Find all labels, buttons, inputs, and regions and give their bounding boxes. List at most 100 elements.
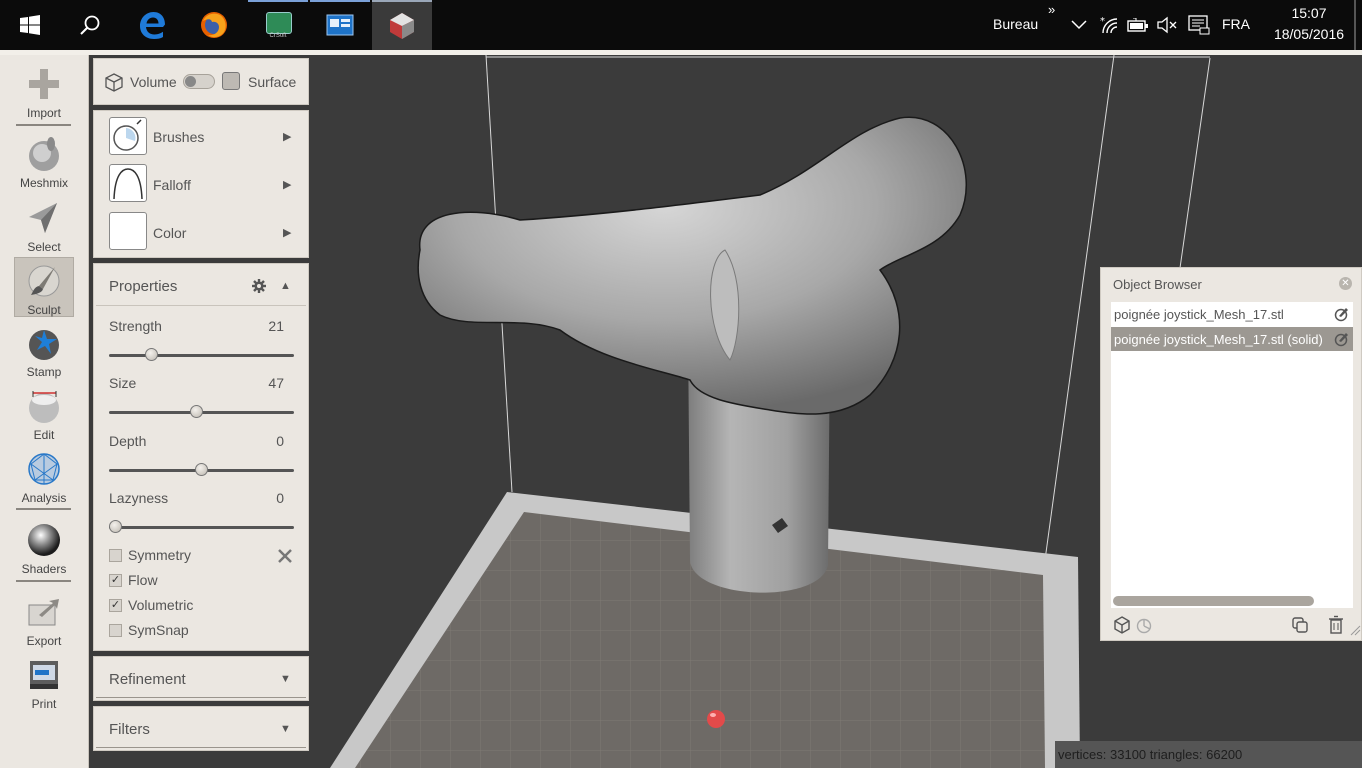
- firefox-icon: [201, 12, 227, 38]
- horizontal-scrollbar[interactable]: [1113, 596, 1314, 606]
- slider-value: 47: [268, 375, 284, 391]
- symmetry-checkbox[interactable]: [109, 549, 122, 562]
- volumetric-checkbox[interactable]: ✓: [109, 599, 122, 612]
- object-list-item-selected[interactable]: poignée joystick_Mesh_17.stl (solid): [1111, 327, 1353, 351]
- slider-value: 0: [276, 433, 284, 449]
- pivot-marker[interactable]: [707, 710, 725, 728]
- toolbar-divider: [16, 124, 71, 126]
- tool-edit[interactable]: Edit: [14, 383, 74, 443]
- taskbar-app-meshmixer[interactable]: [372, 0, 432, 50]
- tool-import[interactable]: Import: [14, 61, 74, 121]
- tool-export[interactable]: Export: [14, 589, 74, 649]
- collapse-up-icon[interactable]: ▲: [280, 280, 291, 292]
- tool-analysis[interactable]: Analysis: [14, 446, 74, 506]
- printer-icon: [30, 661, 58, 689]
- flow-label: Flow: [128, 572, 158, 588]
- falloff-label: Falloff: [153, 177, 191, 193]
- toggle-knob: [185, 76, 196, 87]
- slider-knob[interactable]: [195, 463, 208, 476]
- clock-time[interactable]: 15:07: [1270, 5, 1348, 21]
- mode-volume-label[interactable]: Volume: [130, 74, 177, 90]
- keyboard-icon: [1188, 15, 1210, 35]
- tool-select[interactable]: Select: [14, 195, 74, 255]
- expand-down-icon: ▼: [280, 673, 291, 685]
- color-swatch: [109, 212, 147, 250]
- language-indicator[interactable]: FRA: [1222, 16, 1250, 32]
- toolbar-divider: [16, 508, 71, 510]
- meshmix-bunny-icon: [29, 137, 59, 171]
- brush-settings-panel: Brushes ▶ Falloff ▶ Color ▶: [93, 110, 309, 258]
- toolbar-overflow-icon[interactable]: »: [1048, 2, 1055, 17]
- tool-print[interactable]: Print: [14, 652, 74, 712]
- gear-icon[interactable]: [251, 278, 267, 294]
- mesh-stats-text: vertices: 33100 triangles: 66200: [1058, 747, 1243, 762]
- color-label: Color: [153, 225, 187, 241]
- tray-action-center[interactable]: [1188, 14, 1210, 36]
- refinement-section[interactable]: Refinement ▼: [93, 656, 309, 701]
- filters-section[interactable]: Filters ▼: [93, 706, 309, 751]
- slider-knob[interactable]: [189, 405, 203, 418]
- chevron-right-icon: ▶: [283, 131, 292, 143]
- edge-icon: [140, 12, 165, 39]
- tools-icon[interactable]: [276, 547, 294, 565]
- chevron-right-icon: ▶: [283, 227, 292, 239]
- desktop-toolbar-label[interactable]: Bureau: [993, 16, 1038, 32]
- trash-icon[interactable]: [1327, 615, 1345, 634]
- visibility-toggle-icon[interactable]: [1333, 306, 1349, 322]
- tool-sculpt[interactable]: Sculpt: [14, 257, 74, 317]
- close-icon[interactable]: ✕: [1339, 277, 1352, 290]
- tray-battery[interactable]: [1127, 14, 1149, 36]
- tray-wifi[interactable]: *: [1098, 14, 1120, 36]
- tray-volume[interactable]: [1156, 14, 1178, 36]
- tool-shaders[interactable]: Shaders: [14, 517, 74, 577]
- properties-title: Properties: [109, 278, 178, 295]
- brushes-menu[interactable]: Brushes ▶: [94, 111, 308, 159]
- taskbar-app-crsoft[interactable]: CrSoft: [248, 0, 308, 50]
- add-object-cube-icon[interactable]: [1113, 616, 1131, 634]
- section-underline: [96, 747, 306, 748]
- section-underline: [96, 697, 306, 698]
- crsoft-icon: [266, 12, 292, 34]
- edit-sphere-icon: [29, 391, 59, 423]
- slider-track[interactable]: [109, 354, 294, 357]
- taskbar-app-firefox[interactable]: [184, 0, 244, 50]
- pivot-highlight: [710, 713, 716, 717]
- taskbar-app-edge[interactable]: [122, 0, 182, 50]
- show-desktop-button[interactable]: [1354, 0, 1356, 50]
- flow-checkbox[interactable]: ✓: [109, 574, 122, 587]
- symsnap-label: SymSnap: [128, 622, 189, 638]
- windows-logo-icon: [20, 15, 40, 35]
- color-menu[interactable]: Color ▶: [94, 207, 308, 257]
- mode-surface-label[interactable]: Surface: [248, 74, 296, 90]
- mesh-handle-head: [417, 116, 967, 415]
- slider-track[interactable]: [109, 526, 294, 529]
- select-arrow-icon: [29, 203, 57, 233]
- tool-meshmix[interactable]: Meshmix: [14, 131, 74, 191]
- control-panel-icon: [326, 14, 354, 36]
- symsnap-checkbox[interactable]: [109, 624, 122, 637]
- tool-label: Edit: [33, 428, 55, 442]
- falloff-menu[interactable]: Falloff ▶: [94, 159, 308, 207]
- resize-grip-icon[interactable]: [1349, 623, 1361, 636]
- mode-toggle-switch[interactable]: [183, 74, 215, 89]
- object-list-item[interactable]: poignée joystick_Mesh_17.stl: [1111, 302, 1353, 326]
- search-button[interactable]: [62, 0, 118, 50]
- sculpt-brush-icon: [28, 265, 60, 297]
- tool-stamp[interactable]: Stamp: [14, 320, 74, 380]
- search-icon: [80, 15, 100, 35]
- slider-knob[interactable]: [145, 348, 159, 361]
- duplicate-icon[interactable]: [1291, 616, 1309, 634]
- slider-knob[interactable]: [109, 520, 122, 533]
- visibility-toggle-icon[interactable]: [1333, 331, 1349, 347]
- tool-label: Analysis: [21, 491, 67, 505]
- tool-label: Print: [31, 697, 57, 711]
- sculpt-mode-panel: Volume Surface: [93, 58, 309, 105]
- surface-square-icon: [222, 72, 240, 90]
- clock-date[interactable]: 18/05/2016: [1270, 26, 1348, 42]
- taskbar-app-control-panel[interactable]: [310, 0, 370, 50]
- object-name: poignée joystick_Mesh_17.stl (solid): [1114, 332, 1323, 347]
- falloff-thumbnail: [109, 164, 147, 202]
- refinement-title: Refinement: [109, 671, 186, 688]
- tray-show-hidden-button[interactable]: [1068, 14, 1090, 36]
- start-button[interactable]: [0, 0, 60, 50]
